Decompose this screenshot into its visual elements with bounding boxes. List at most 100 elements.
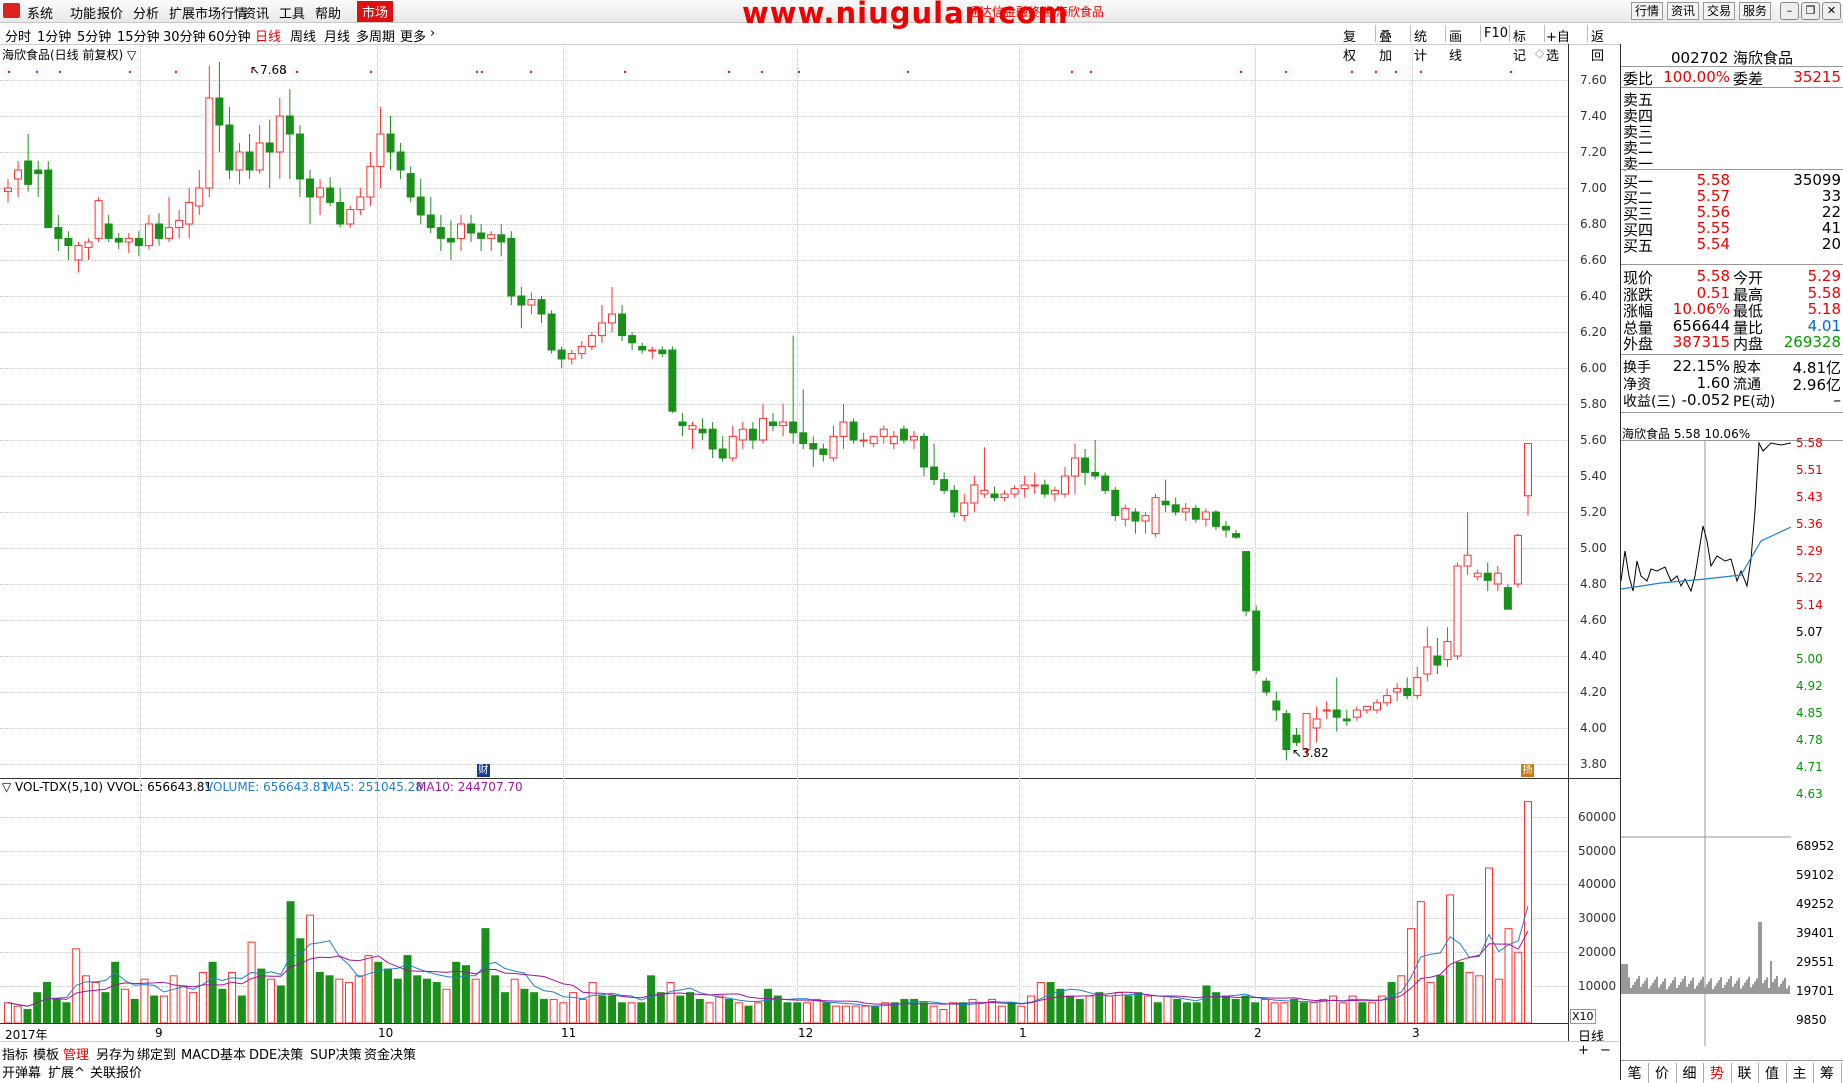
volume-bar[interactable]: [228, 971, 237, 1023]
volume-bar[interactable]: [647, 975, 656, 1023]
volume-bar[interactable]: [1338, 1002, 1347, 1023]
candle[interactable]: [960, 502, 969, 517]
volume-bar[interactable]: [949, 1002, 958, 1023]
candle[interactable]: [678, 421, 687, 427]
candle[interactable]: [175, 219, 184, 229]
volume-bar[interactable]: [413, 975, 422, 1023]
volume-bar[interactable]: [1290, 998, 1299, 1023]
candle[interactable]: [44, 169, 53, 229]
candle[interactable]: [1091, 471, 1100, 477]
bottom-tool-button[interactable]: 开弹幕: [2, 1062, 41, 1081]
volume-bar[interactable]: [1105, 995, 1114, 1023]
volume-bar[interactable]: [189, 992, 198, 1023]
candle[interactable]: [94, 200, 103, 239]
volume-bar[interactable]: [345, 982, 354, 1023]
volume-bar[interactable]: [871, 1005, 880, 1023]
candle[interactable]: [1302, 713, 1311, 751]
menu-market[interactable]: 市场: [357, 1, 394, 22]
volume-bar[interactable]: [1241, 995, 1250, 1023]
restore-icon[interactable]: ❐: [1801, 2, 1820, 20]
candle[interactable]: [980, 489, 989, 495]
candle[interactable]: [134, 237, 143, 247]
candle[interactable]: [940, 479, 949, 491]
candle[interactable]: [1040, 484, 1049, 495]
candle[interactable]: [819, 448, 828, 455]
candle[interactable]: [1312, 718, 1321, 729]
candle[interactable]: [255, 142, 264, 171]
period-5min[interactable]: 5分钟: [77, 26, 111, 45]
volume-bar[interactable]: [325, 975, 334, 1023]
candle[interactable]: [839, 421, 848, 437]
side-tab[interactable]: 主: [1786, 1063, 1814, 1083]
candle[interactable]: [1121, 507, 1130, 520]
side-tab[interactable]: 势: [1704, 1063, 1732, 1083]
candle[interactable]: [376, 133, 385, 167]
volume-bar[interactable]: [1397, 975, 1406, 1023]
volume-bar[interactable]: [120, 988, 129, 1023]
candle[interactable]: [326, 187, 335, 203]
candle[interactable]: [225, 124, 234, 171]
candle[interactable]: [34, 169, 43, 175]
candle[interactable]: [426, 214, 435, 229]
candle[interactable]: [607, 313, 616, 324]
minimize-icon[interactable]: –: [1780, 2, 1799, 20]
period-60min[interactable]: 60分钟: [208, 26, 251, 45]
volume-bar[interactable]: [218, 988, 227, 1023]
volume-bar[interactable]: [1426, 982, 1435, 1023]
candle[interactable]: [738, 428, 747, 441]
candle[interactable]: [970, 484, 979, 504]
candle[interactable]: [1423, 646, 1432, 675]
candle[interactable]: [386, 133, 395, 153]
candle[interactable]: [537, 299, 546, 315]
volume-bar[interactable]: [315, 971, 324, 1023]
candle[interactable]: [1222, 525, 1231, 531]
candle[interactable]: [769, 421, 778, 427]
side-tab[interactable]: 筹: [1814, 1063, 1842, 1083]
bottom-tool-button[interactable]: 扩展^: [48, 1062, 85, 1081]
volume-bar[interactable]: [481, 928, 490, 1023]
candle[interactable]: [1242, 551, 1251, 612]
candle[interactable]: [497, 234, 506, 243]
volume-bar[interactable]: [676, 995, 685, 1023]
candle[interactable]: [215, 97, 224, 126]
volume-bar[interactable]: [130, 998, 139, 1023]
candle[interactable]: [628, 335, 637, 344]
f10-button[interactable]: F10: [1484, 26, 1508, 41]
volume-bar[interactable]: [559, 1002, 568, 1023]
candle[interactable]: [829, 435, 838, 459]
volume-bar[interactable]: [841, 1005, 850, 1023]
candle[interactable]: [144, 223, 153, 247]
menu-quote[interactable]: 报价: [97, 3, 123, 22]
volume-bar[interactable]: [520, 988, 529, 1023]
candle[interactable]: [154, 223, 163, 239]
event-badge[interactable]: 扬: [1521, 764, 1534, 777]
volume-bar[interactable]: [169, 975, 178, 1023]
candle[interactable]: [1483, 572, 1492, 581]
volume-bar[interactable]: [812, 998, 821, 1023]
volume-bar[interactable]: [1085, 995, 1094, 1023]
candle[interactable]: [517, 295, 526, 306]
volume-bar[interactable]: [1046, 982, 1055, 1023]
candle[interactable]: [446, 237, 455, 243]
candle[interactable]: [1393, 687, 1402, 693]
candle[interactable]: [1171, 504, 1180, 513]
volume-bar[interactable]: [267, 978, 276, 1023]
menu-system[interactable]: 系统: [27, 3, 53, 22]
volume-bar[interactable]: [23, 1009, 32, 1023]
candle[interactable]: [336, 201, 345, 225]
volume-bar[interactable]: [793, 1002, 802, 1023]
volume-bar[interactable]: [1407, 928, 1416, 1023]
menu-help[interactable]: 帮助: [315, 3, 341, 22]
volume-bar[interactable]: [725, 998, 734, 1023]
candle[interactable]: [1111, 489, 1120, 517]
candle[interactable]: [849, 421, 858, 441]
period-daily[interactable]: 日线: [255, 26, 281, 45]
volume-bar[interactable]: [695, 998, 704, 1023]
volume-bar[interactable]: [617, 1002, 626, 1023]
volume-bar[interactable]: [150, 995, 159, 1023]
candle[interactable]: [1473, 572, 1482, 578]
candle[interactable]: [295, 133, 304, 180]
candle[interactable]: [1503, 587, 1512, 610]
candle[interactable]: [1181, 507, 1190, 513]
candle[interactable]: [688, 425, 697, 430]
